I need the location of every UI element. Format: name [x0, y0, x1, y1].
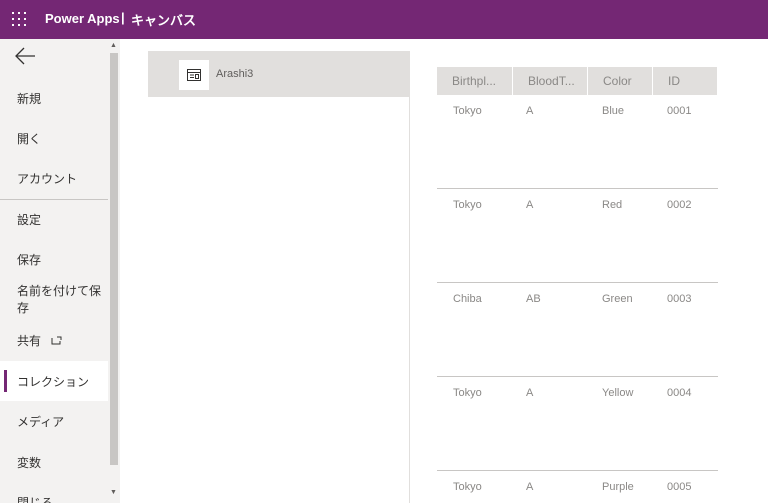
collection-item[interactable]: Arashi3 — [148, 51, 410, 97]
menu-item-variables[interactable]: 変数 — [0, 442, 108, 482]
menu-item-share[interactable]: 共有 — [0, 320, 108, 360]
table-row: Tokyo A Yellow 0004 — [437, 377, 718, 471]
table-cell: Chiba — [453, 293, 482, 305]
menu-item-label: 共有 — [17, 333, 42, 348]
menu-item-account[interactable]: アカウント — [0, 158, 108, 198]
app-type: キャンバス — [131, 13, 197, 28]
column-header-birthplace[interactable]: Birthpl... — [437, 67, 513, 95]
app-name: Power Apps — [45, 11, 120, 26]
scrollbar-thumb[interactable] — [110, 53, 118, 465]
table-cell: A — [526, 387, 534, 399]
table-cell: Tokyo — [453, 481, 482, 493]
table-cell: Blue — [602, 105, 625, 117]
header-separator: | — [121, 10, 125, 25]
menu-item-label: 閉じる — [17, 495, 54, 503]
menu-item-label: 名前を付けて保存 — [17, 284, 102, 315]
table-cell: Purple — [602, 481, 634, 493]
menu-item-label: アカウント — [17, 171, 78, 186]
collection-icon-box — [179, 60, 209, 90]
table-cell: Red — [602, 199, 623, 211]
table-cell: 0002 — [667, 199, 692, 211]
menu-item-label: 開く — [17, 131, 42, 146]
back-button[interactable] — [12, 45, 38, 67]
table-cell: A — [526, 481, 534, 493]
column-header-bloodtype[interactable]: BloodT... — [513, 67, 588, 95]
collections-list: Arashi3 — [148, 51, 410, 503]
menu-item-close[interactable]: 閉じる — [0, 482, 108, 503]
table-row: Tokyo A Purple 0005 — [437, 471, 718, 503]
menu-item-label: 保存 — [17, 252, 42, 267]
menu-item-save-as[interactable]: 名前を付けて保存 — [0, 279, 108, 319]
collection-name: Arashi3 — [216, 68, 254, 80]
table-cell: AB — [526, 293, 541, 305]
menu-item-save[interactable]: 保存 — [0, 239, 108, 279]
table-cell: Yellow — [602, 387, 634, 399]
table-cell: Tokyo — [453, 387, 482, 399]
table-row: Tokyo A Red 0002 — [437, 189, 718, 283]
table-cell: Tokyo — [453, 199, 482, 211]
menu-item-collections[interactable]: コレクション — [0, 361, 108, 401]
table-row: Chiba AB Green 0003 — [437, 283, 718, 377]
app-launcher-icon[interactable] — [12, 12, 26, 26]
menu-item-new[interactable]: 新規 — [0, 78, 108, 118]
table-cell: 0005 — [667, 481, 692, 493]
app-header: Power Apps | キャンバス — [0, 0, 768, 39]
table-cell: A — [526, 105, 534, 117]
menu-item-label: コレクション — [17, 374, 90, 389]
scroll-up-arrow-icon[interactable]: ▲ — [110, 42, 117, 49]
scroll-down-arrow-icon[interactable]: ▼ — [110, 489, 117, 496]
table-cell: Green — [602, 293, 633, 305]
menu-item-label: 新規 — [17, 91, 42, 106]
menu-item-media[interactable]: メディア — [0, 401, 108, 441]
menu-item-label: メディア — [17, 414, 65, 429]
table-cell: 0004 — [667, 387, 692, 399]
file-menu-sidebar: 新規 開く アカウント 設定 保存 名前を付けて保存 共有 コレクション メディ… — [0, 39, 108, 503]
table-header: Birthpl... BloodT... Color ID — [437, 67, 718, 95]
menu-item-settings[interactable]: 設定 — [0, 199, 108, 239]
sidebar-scrollbar[interactable]: ▲ ▼ — [108, 39, 120, 503]
menu-item-label: 変数 — [17, 455, 42, 470]
table-row: Tokyo A Blue 0001 — [437, 95, 718, 189]
table-icon — [187, 69, 201, 81]
table-cell: A — [526, 199, 534, 211]
table-cell: 0003 — [667, 293, 692, 305]
table-cell: 0001 — [667, 105, 692, 117]
arrow-left-icon — [15, 47, 35, 65]
external-share-icon — [51, 336, 62, 344]
menu-item-label: 設定 — [17, 212, 42, 227]
table-cell: Tokyo — [453, 105, 482, 117]
menu-item-open[interactable]: 開く — [0, 118, 108, 158]
column-header-id[interactable]: ID — [653, 67, 718, 95]
column-header-color[interactable]: Color — [588, 67, 653, 95]
